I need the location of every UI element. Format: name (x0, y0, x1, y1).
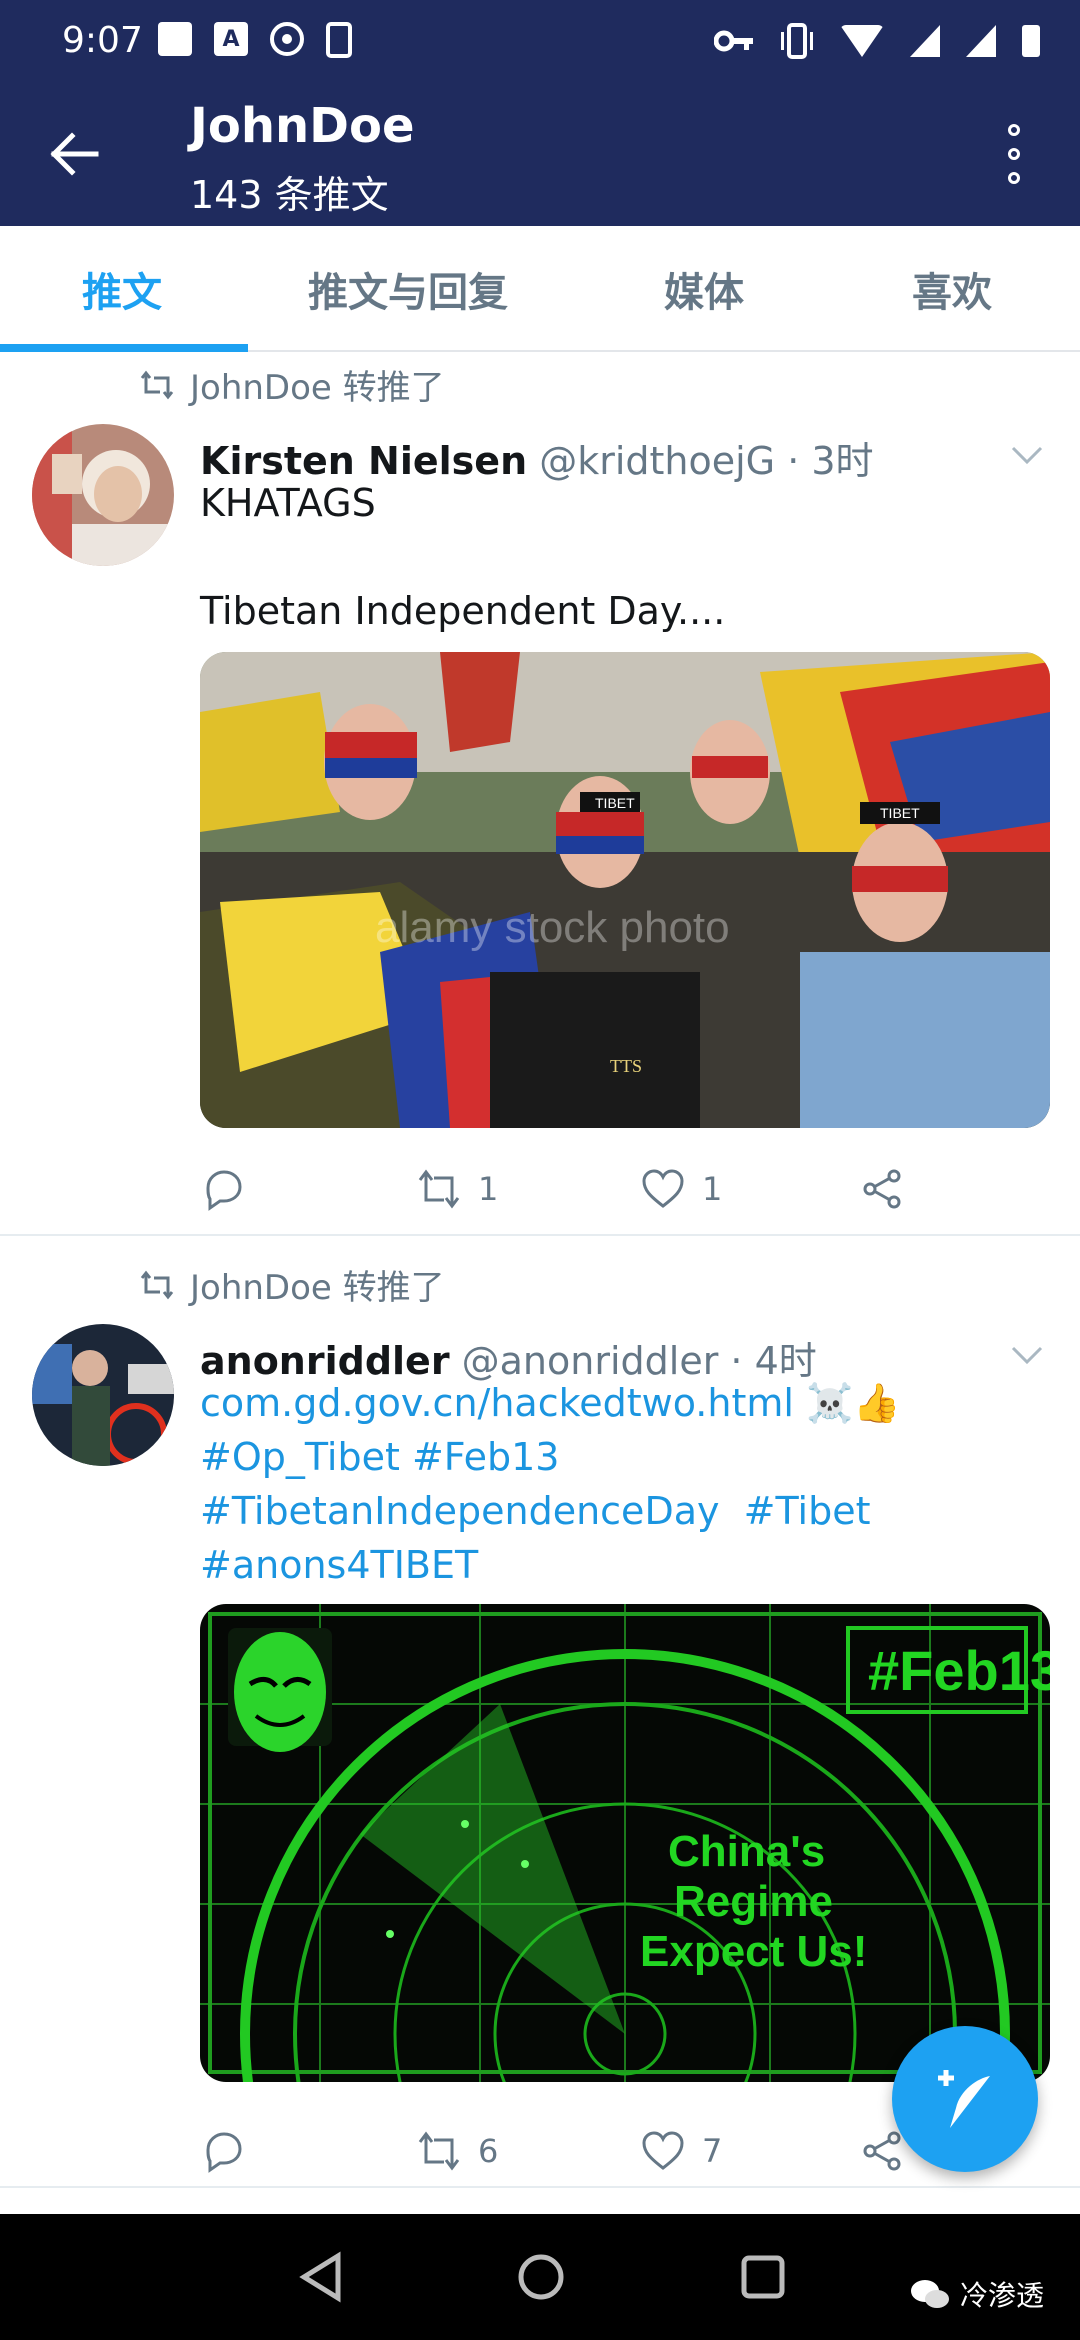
tweet[interactable]: JohnDoe 转推了 Kirsten Nielsen @kridthoejG … (0, 352, 1080, 1232)
chevron-down-icon[interactable] (1010, 444, 1044, 466)
tab-tweets[interactable]: 推文 (82, 260, 162, 318)
protest-photo: TIBET TIBET TTS alamy stock photo (200, 652, 1050, 1128)
tab-media[interactable]: 媒体 (664, 260, 744, 318)
notification-icons: A (158, 22, 352, 58)
wifi-icon (840, 25, 884, 57)
like-count: 7 (702, 2132, 723, 2170)
reply-icon (206, 1170, 242, 1211)
share-icon (863, 1169, 901, 1209)
heart-icon (642, 1169, 684, 1208)
watermark-text: 冷渗透 (960, 2279, 1045, 2312)
handle-time: @kridthoejG · 3时 (527, 439, 874, 483)
tweet-count: 143 条推文 (190, 173, 389, 217)
like-button[interactable]: 1 (640, 1166, 722, 1212)
retweet-count: 1 (478, 1170, 499, 1208)
retweet-count: 6 (478, 2132, 499, 2170)
avatar-image (32, 424, 174, 566)
back-arrow-icon[interactable] (46, 126, 102, 182)
hashtags-line[interactable]: #Op_Tibet #Feb13 (200, 1430, 559, 1484)
media-hashtag-text: #Feb13 (868, 1639, 1050, 1702)
retweeted-by-label: JohnDoe 转推了 (190, 1268, 445, 1308)
system-icons (714, 22, 1040, 60)
share-button[interactable] (860, 1166, 906, 1212)
chevron-down-icon[interactable] (1010, 1344, 1044, 1366)
retweet-small-icon (140, 1270, 174, 1299)
retweet-context: JohnDoe 转推了 (140, 1260, 445, 1309)
top-app-bar: 9:07 A JohnDoe 143 条推文 (0, 0, 1080, 226)
like-button[interactable]: 7 (640, 2128, 722, 2174)
tweet-actions: 6 7 (200, 2128, 940, 2184)
tweet-text-line: Tibetan Independent Day.... (200, 589, 726, 633)
tweet-media-image[interactable]: #Feb13 China's Regime Expect Us! (200, 1604, 1050, 2082)
retweeted-by-label: JohnDoe 转推了 (190, 368, 445, 408)
avatar-image (32, 1324, 174, 1466)
tab-tweets-and-replies[interactable]: 推文与回复 (308, 260, 508, 318)
hashtags-line[interactable]: #TibetanIndependenceDay #Tibet (200, 1484, 870, 1538)
wechat-icon (911, 2280, 949, 2308)
photo-watermark: alamy stock photo (375, 903, 730, 952)
headband-label: TIBET (595, 795, 635, 811)
tweet-link[interactable]: com.gd.gov.cn/hackedtwo.html (200, 1381, 794, 1425)
system-navigation-bar: 冷渗透 (0, 2214, 1080, 2340)
retweet-icon (418, 1169, 460, 1209)
share-button[interactable] (860, 2128, 906, 2174)
key-icon (714, 30, 753, 52)
avatar[interactable] (32, 424, 174, 566)
vibrate-icon (781, 23, 813, 59)
nav-recents-icon[interactable] (734, 2248, 792, 2306)
radar-image: #Feb13 China's Regime Expect Us! (200, 1604, 1050, 2082)
compose-tweet-button[interactable] (892, 2026, 1038, 2172)
reply-icon (206, 2132, 242, 2173)
media-text-line: Regime (674, 1877, 833, 1926)
profile-tabs: 推文 推文与回复 媒体 喜欢 (0, 226, 1080, 352)
notification-square-icon (158, 22, 192, 56)
tweet-actions: 1 1 (200, 1166, 940, 1222)
tab-likes[interactable]: 喜欢 (912, 260, 992, 318)
tweet-divider (0, 1234, 1080, 1236)
share-icon (863, 2131, 901, 2171)
a-notification-icon: A (214, 22, 248, 56)
active-tab-indicator (0, 344, 248, 352)
status-bar: 9:07 A (0, 0, 1080, 80)
nav-back-icon[interactable] (292, 2248, 350, 2306)
avatar[interactable] (32, 1324, 174, 1466)
app-root: 9:07 A JohnDoe 143 条推文 推文 推文与回复 媒体 喜欢 Jo… (0, 0, 1080, 2340)
nav-home-icon[interactable] (512, 2248, 570, 2306)
reply-button[interactable] (200, 2128, 246, 2174)
watermark: 冷渗透 (910, 2274, 1044, 2314)
headband-label: TIBET (880, 805, 920, 821)
phone-notification-icon (326, 22, 352, 58)
tweet-text-line: com.gd.gov.cn/hackedtwo.html ☠️👍 (200, 1376, 901, 1430)
retweet-icon (418, 2131, 460, 2171)
hotspot-icon (270, 22, 304, 56)
tweet-divider (0, 2186, 1080, 2188)
media-text-line: Expect Us! (640, 1927, 867, 1976)
tweet-text-line: KHATAGS (200, 481, 376, 525)
heart-icon (642, 2131, 684, 2170)
tweet-media-photo[interactable]: TIBET TIBET TTS alamy stock photo (200, 652, 1050, 1128)
hashtags-line[interactable]: #anons4TIBET (200, 1538, 478, 1592)
shirt-label: TTS (610, 1056, 642, 1076)
more-options-icon[interactable] (1000, 124, 1028, 184)
like-count: 1 (702, 1170, 723, 1208)
signal-2-icon (966, 25, 996, 57)
battery-icon (1022, 25, 1040, 57)
signal-icon (910, 25, 940, 57)
emoji-text: ☠️👍 (793, 1381, 901, 1425)
retweet-button[interactable]: 1 (416, 1166, 498, 1212)
reply-button[interactable] (200, 1166, 246, 1212)
profile-name: JohnDoe (190, 98, 415, 154)
retweet-context: JohnDoe 转推了 (140, 360, 445, 409)
retweet-button[interactable]: 6 (416, 2128, 498, 2174)
media-text-line: China's (668, 1827, 825, 1876)
compose-feather-icon (938, 2070, 990, 2128)
status-time: 9:07 (62, 20, 143, 61)
retweet-small-icon (140, 370, 174, 399)
